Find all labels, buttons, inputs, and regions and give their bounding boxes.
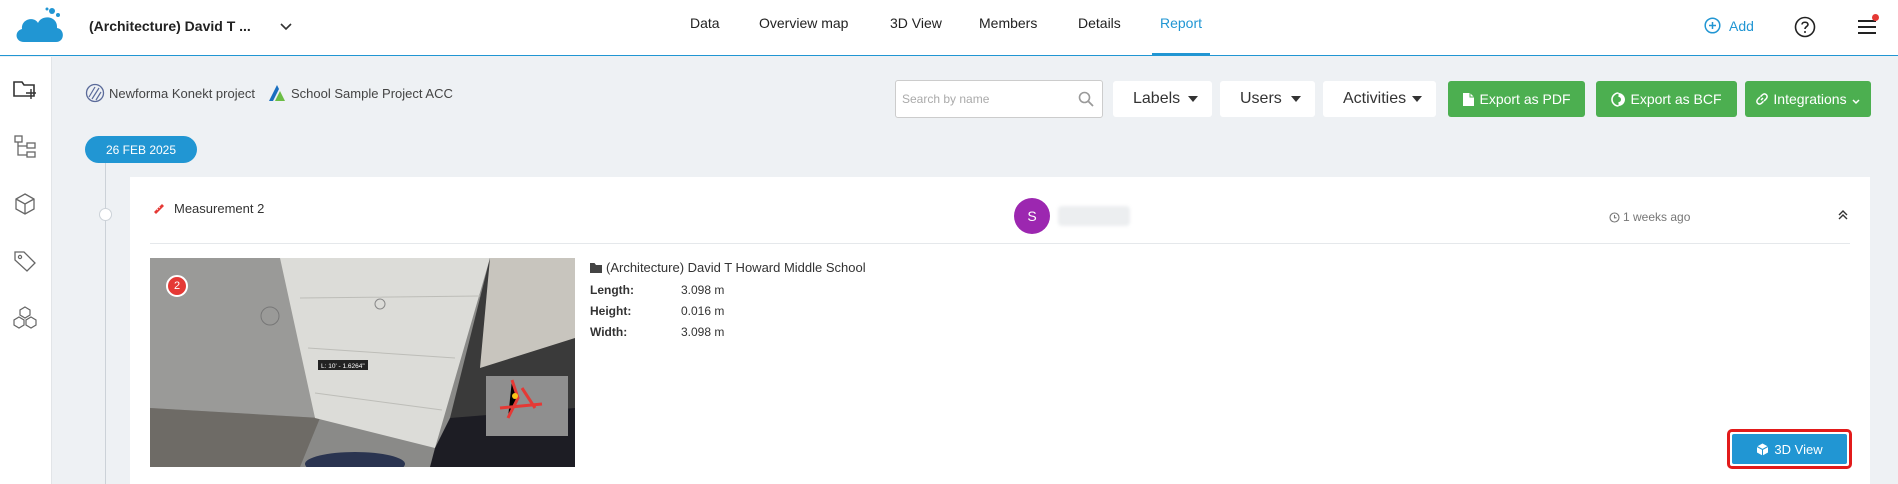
time-ago-label: 1 weeks ago	[1623, 210, 1691, 224]
file-icon	[1463, 92, 1475, 106]
integration-label: School Sample Project ACC	[291, 85, 453, 101]
tag-icon[interactable]	[12, 248, 38, 274]
integration-label: Newforma Konekt project	[109, 85, 255, 101]
detail-row-length: Length: 3.098 m	[590, 283, 724, 297]
view-3d-button[interactable]: 3D View	[1727, 429, 1852, 469]
activities-dropdown[interactable]: Activities	[1323, 81, 1436, 117]
folder-path[interactable]: (Architecture) David T Howard Middle Sch…	[590, 260, 866, 275]
tab-report[interactable]: Report	[1151, 15, 1211, 56]
folder-tree-icon[interactable]	[12, 77, 38, 103]
add-label: Add	[1729, 17, 1754, 34]
measurement-title-label: Measurement 2	[174, 201, 265, 216]
export-bcf-button[interactable]: Export as BCF	[1596, 81, 1737, 117]
help-icon[interactable]	[1794, 16, 1816, 38]
detail-value: 3.098 m	[681, 283, 725, 297]
link-icon	[1756, 93, 1769, 105]
project-title[interactable]: (Architecture) David T ...	[89, 18, 251, 34]
users-dropdown[interactable]: Users	[1220, 81, 1315, 117]
measurement-card: Measurement 2 S 1 weeks ago L: 10' - 1.6…	[130, 177, 1870, 484]
detail-key: Length:	[590, 283, 634, 297]
clock-icon	[1609, 211, 1620, 223]
cube-icon[interactable]	[12, 191, 38, 217]
bcf-icon	[1611, 91, 1626, 107]
thumbnail-badge: 2	[166, 275, 188, 297]
plus-circle-icon	[1704, 17, 1721, 34]
users-dropdown-label: Users	[1240, 90, 1282, 107]
detail-value: 0.016 m	[681, 304, 725, 318]
notification-dot	[1872, 14, 1879, 21]
search-input[interactable]	[896, 81, 1066, 117]
measurement-title[interactable]: Measurement 2	[152, 201, 264, 216]
cube-icon	[1757, 443, 1769, 455]
panorama-image: L: 10' - 1.6264"	[150, 258, 575, 467]
autodesk-icon	[269, 85, 285, 101]
export-pdf-button[interactable]: Export as PDF	[1448, 81, 1585, 117]
chevron-down-icon	[1852, 99, 1860, 105]
export-bcf-label: Export as BCF	[1630, 91, 1722, 107]
detail-key: Height:	[590, 304, 632, 318]
tab-data[interactable]: Data	[690, 15, 720, 56]
integrations-button[interactable]: Integrations	[1745, 81, 1871, 117]
labels-dropdown[interactable]: Labels	[1113, 81, 1212, 117]
detail-value: 3.098 m	[681, 325, 725, 339]
chevron-double-up-icon[interactable]	[1836, 208, 1850, 222]
app-logo-icon[interactable]	[12, 6, 66, 46]
detail-row-width: Width: 3.098 m	[590, 325, 724, 339]
tab-overview-map[interactable]: Overview map	[759, 15, 848, 56]
labels-dropdown-label: Labels	[1133, 90, 1181, 107]
integration-acc[interactable]: School Sample Project ACC	[267, 83, 453, 103]
chevron-down-icon[interactable]	[278, 18, 294, 34]
ruler-icon	[154, 203, 164, 214]
folder-path-label: (Architecture) David T Howard Middle Sch…	[606, 260, 866, 275]
detail-key: Width:	[590, 325, 628, 339]
caret-down-icon	[1188, 96, 1198, 102]
avatar[interactable]: S	[1014, 198, 1050, 234]
tab-members[interactable]: Members	[979, 15, 1037, 56]
activities-dropdown-label: Activities	[1343, 90, 1407, 107]
integration-newforma[interactable]: Newforma Konekt project	[85, 83, 255, 103]
folder-icon	[590, 263, 602, 273]
integrations-label: Integrations	[1773, 91, 1847, 107]
search-icon[interactable]	[1078, 91, 1094, 107]
hierarchy-icon[interactable]	[12, 133, 38, 159]
timeline-dot	[99, 208, 112, 221]
newforma-icon	[85, 83, 105, 103]
left-sidebar	[0, 57, 52, 484]
search-box[interactable]	[895, 80, 1103, 118]
card-divider	[150, 243, 1850, 244]
time-ago: 1 weeks ago	[1609, 210, 1690, 224]
view-3d-button-inner[interactable]: 3D View	[1732, 434, 1847, 464]
tab-3d-view[interactable]: 3D View	[890, 15, 942, 56]
user-name-redacted	[1058, 206, 1130, 226]
add-button[interactable]: Add	[1704, 17, 1754, 34]
caret-down-icon	[1412, 96, 1422, 102]
export-pdf-label: Export as PDF	[1479, 91, 1571, 107]
caret-down-icon	[1291, 96, 1301, 102]
view-3d-label: 3D View	[1774, 441, 1823, 457]
top-navbar: (Architecture) David T ... Data Overview…	[0, 0, 1898, 56]
detail-row-height: Height: 0.016 m	[590, 304, 724, 318]
thumbnail-measure-label: L: 10' - 1.6264"	[321, 363, 365, 370]
cubes-icon[interactable]	[12, 305, 38, 331]
measurement-thumbnail[interactable]: L: 10' - 1.6264" 2	[150, 258, 575, 467]
tab-details[interactable]: Details	[1078, 15, 1121, 56]
date-badge: 26 FEB 2025	[85, 136, 197, 163]
